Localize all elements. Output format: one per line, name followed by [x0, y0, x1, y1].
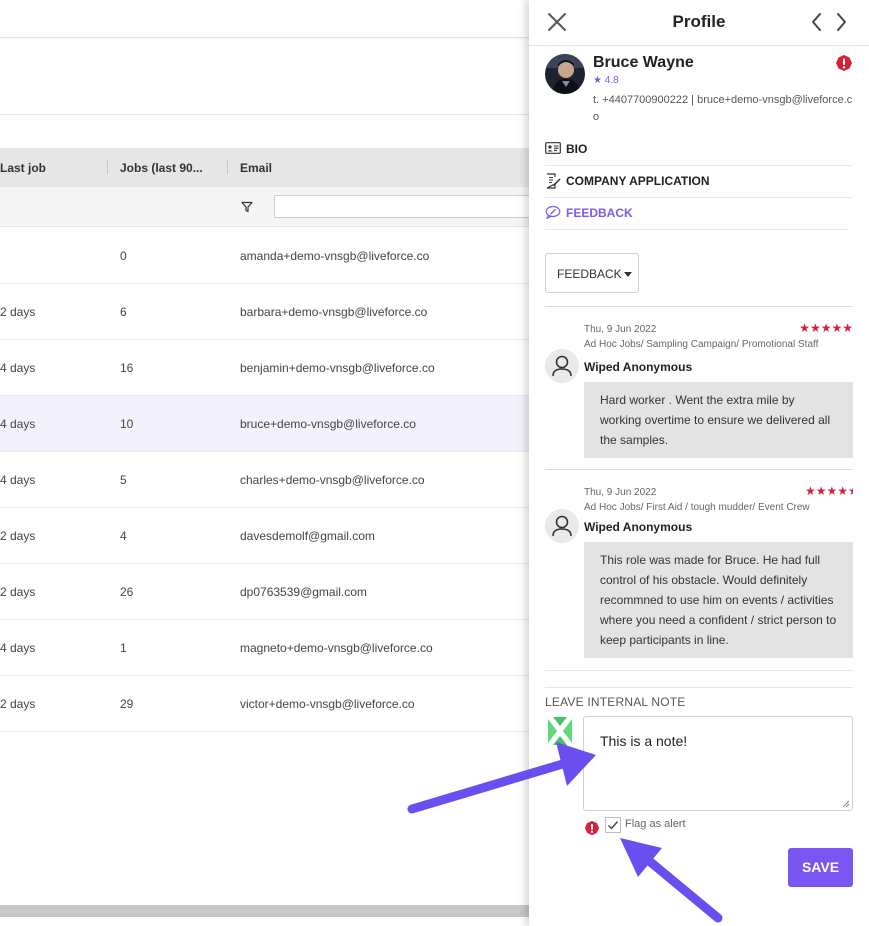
dropdown-value: FEEDBACK	[557, 267, 622, 281]
user-icon	[545, 349, 579, 383]
id-card-icon	[545, 142, 561, 154]
rating-value: 4.8	[604, 75, 619, 86]
email-cell: magneto+demo-vnsgb@liveforce.co	[240, 641, 433, 655]
jobs-cell: 5	[120, 473, 127, 487]
user-icon	[545, 509, 579, 543]
email-cell: barbara+demo-vnsgb@liveforce.co	[240, 305, 428, 319]
jobs-cell: 4	[120, 529, 127, 543]
star-icon: ★	[826, 484, 838, 498]
internal-note-input[interactable]: This is a note!	[583, 716, 853, 811]
email-cell: davesdemolf@gmail.com	[240, 529, 375, 543]
menu-item-label: BIO	[566, 142, 588, 156]
email-cell: amanda+demo-vnsgb@liveforce.co	[240, 249, 430, 263]
chevron-right-icon[interactable]	[833, 11, 849, 33]
jobs-cell: 10	[120, 417, 134, 431]
chevron-left-icon[interactable]	[809, 11, 825, 33]
horizontal-scrollbar[interactable]	[0, 905, 540, 917]
star-icon: ★	[837, 484, 848, 498]
flag-as-alert-label: Flag as alert	[625, 818, 686, 830]
resize-grip-icon[interactable]	[842, 800, 850, 808]
feedback-item: Thu, 9 Jun 2022 ★★★★★ Ad Hoc Jobs/ First…	[545, 469, 853, 671]
feedback-icon	[545, 205, 561, 219]
email-cell: victor+demo-vnsgb@liveforce.co	[240, 697, 415, 711]
feedback-date: Thu, 9 Jun 2022	[584, 487, 657, 498]
note-label: LEAVE INTERNAL NOTE	[545, 695, 686, 709]
alert-icon	[584, 820, 600, 836]
column-separator	[227, 160, 228, 174]
rating: ★ 4.8	[593, 75, 619, 86]
column-separator	[107, 160, 108, 174]
feedback-text: Hard worker . Went the extra mile by wor…	[584, 382, 853, 458]
star-icon: ★	[593, 75, 602, 86]
star-icon: ★	[799, 321, 810, 335]
last-job-cell: 4 days	[0, 641, 36, 655]
star-rating: ★★★★★	[805, 484, 853, 498]
column-header-jobs[interactable]: Jobs (last 90...	[120, 161, 203, 175]
divider	[545, 670, 853, 671]
feedback-item: Thu, 9 Jun 2022 ★★★★★ Ad Hoc Jobs/ Sampl…	[545, 306, 853, 470]
star-rating: ★★★★★	[799, 321, 853, 335]
reviewer-name: Wiped Anonymous	[584, 360, 693, 374]
reviewer-name: Wiped Anonymous	[584, 520, 693, 534]
jobs-cell: 26	[120, 585, 134, 599]
email-cell: dp0763539@gmail.com	[240, 585, 367, 599]
jobs-cell: 16	[120, 361, 134, 375]
last-job-cell: 2 days	[0, 529, 36, 543]
document-edit-icon	[546, 173, 561, 189]
star-icon: ★	[820, 321, 832, 335]
star-icon: ★	[842, 321, 853, 335]
flag-as-alert-checkbox[interactable]	[605, 817, 621, 833]
filter-icon[interactable]	[241, 201, 253, 213]
feedback-type-dropdown[interactable]: FEEDBACK	[545, 253, 639, 293]
star-icon: ★	[809, 321, 821, 335]
note-text: This is a note!	[600, 733, 688, 749]
jobs-cell: 0	[120, 249, 127, 263]
checkmark-icon	[608, 821, 619, 830]
email-cell: bruce+demo-vnsgb@liveforce.co	[240, 417, 416, 431]
feedback-date: Thu, 9 Jun 2022	[584, 324, 657, 335]
company-logo-icon	[548, 717, 572, 745]
feedback-text: This role was made for Bruce. He had ful…	[584, 542, 853, 658]
feedback-job: Ad Hoc Jobs/ Sampling Campaign/ Promotio…	[584, 339, 819, 350]
caret-down-icon	[624, 272, 632, 277]
star-half-icon: ★	[848, 484, 853, 498]
last-job-cell: 4 days	[0, 417, 36, 431]
menu-item-company-application[interactable]: COMPANY APPLICATION	[545, 165, 853, 197]
alert-icon	[836, 55, 852, 71]
menu-item-feedback[interactable]: FEEDBACK	[545, 197, 853, 229]
save-button[interactable]: SAVE	[788, 848, 853, 887]
divider	[545, 687, 853, 688]
star-icon: ★	[804, 484, 816, 498]
email-cell: benjamin+demo-vnsgb@liveforce.co	[240, 361, 435, 375]
profile-header: Profile	[529, 0, 869, 46]
menu-item-label: FEEDBACK	[566, 206, 633, 220]
contact-info: t. +4407700900222 | bruce+demo-vnsgb@liv…	[593, 94, 853, 123]
avatar	[545, 54, 585, 94]
last-job-cell: 4 days	[0, 473, 36, 487]
menu-item-bio[interactable]: BIO	[545, 133, 853, 165]
divider	[545, 229, 849, 230]
last-job-cell: 2 days	[0, 585, 36, 599]
last-job-cell: 4 days	[0, 361, 36, 375]
star-icon: ★	[831, 321, 843, 335]
star-icon: ★	[815, 484, 827, 498]
column-header-last-job[interactable]: Last job	[0, 161, 46, 175]
last-job-cell: 2 days	[0, 305, 36, 319]
feedback-job: Ad Hoc Jobs/ First Aid / tough mudder/ E…	[584, 502, 810, 513]
profile-panel: Profile Bruce Wayne ★ 4.8 t. +4407700900…	[529, 0, 869, 926]
profile-name: Bruce Wayne	[593, 54, 694, 71]
jobs-cell: 1	[120, 641, 127, 655]
menu-item-label: COMPANY APPLICATION	[566, 174, 710, 188]
column-header-email[interactable]: Email	[240, 161, 272, 175]
jobs-cell: 6	[120, 305, 127, 319]
last-job-cell: 2 days	[0, 697, 36, 711]
jobs-cell: 29	[120, 697, 134, 711]
email-cell: charles+demo-vnsgb@liveforce.co	[240, 473, 425, 487]
